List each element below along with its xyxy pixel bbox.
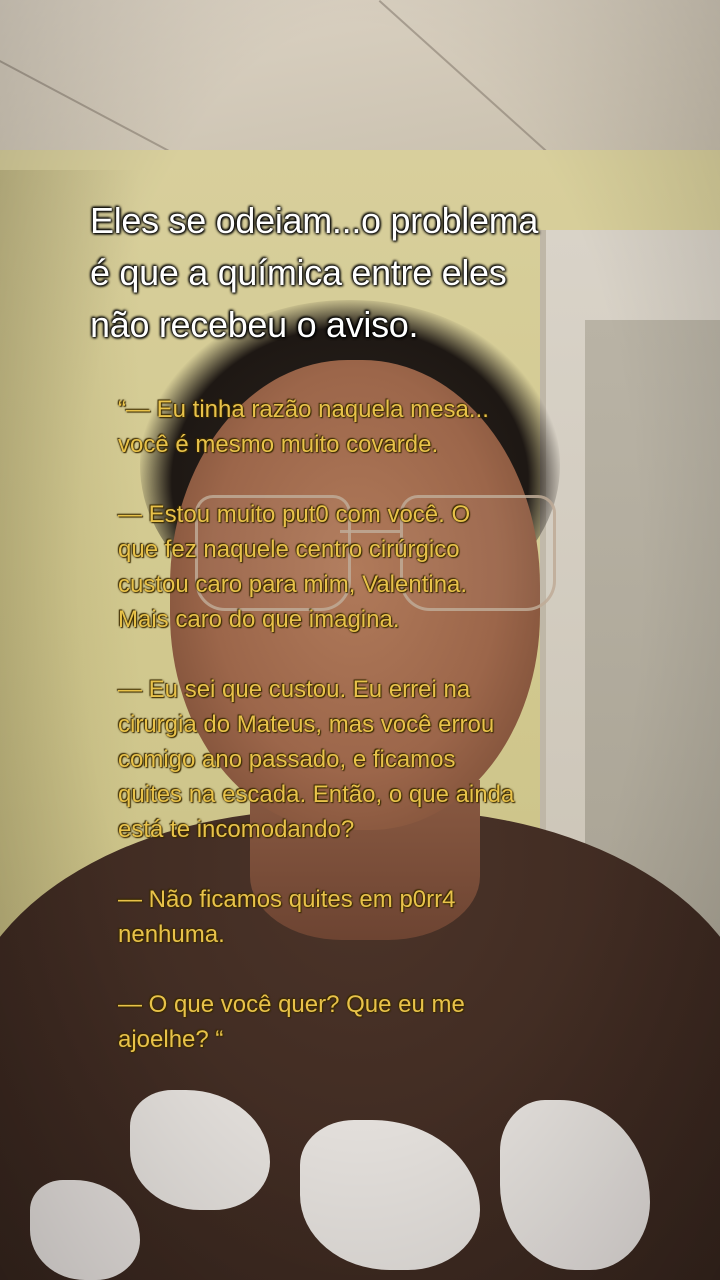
quote-line: “— Eu tinha razão naquela mesa... xyxy=(118,396,489,423)
quote-paragraph: — O que você quer? Que eu me ajoelhe? “ xyxy=(118,987,638,1057)
headline-line: Eles se odeiam...o problema xyxy=(90,200,539,241)
quote-line: — Estou muito put0 com você. O xyxy=(118,501,471,528)
quote-paragraph: — Eu sei que custou. Eu errei na cirurgi… xyxy=(118,672,638,847)
quote-paragraph: — Estou muito put0 com você. O que fez n… xyxy=(118,497,638,637)
video-frame: Eles se odeiam...o problema é que a quím… xyxy=(0,0,720,1280)
quote-line: cirurgia do Mateus, mas você errou xyxy=(118,711,495,738)
quote-line: está te incomodando? xyxy=(118,816,355,843)
quote-line: Mais caro do que imagina. xyxy=(118,606,400,633)
quote-line: — Eu sei que custou. Eu errei na xyxy=(118,676,471,703)
dialogue-quote: “— Eu tinha razão naquela mesa... você é… xyxy=(118,392,638,1057)
quote-line: custou caro para mim, Valentina. xyxy=(118,571,468,598)
quote-line: — Não ficamos quites em p0rr4 xyxy=(118,886,456,913)
headline-line: não recebeu o aviso. xyxy=(90,304,419,345)
headline-caption: Eles se odeiam...o problema é que a quím… xyxy=(90,195,650,351)
quote-line: que fez naquele centro cirúrgico xyxy=(118,536,460,563)
quote-line: comigo ano passado, e ficamos xyxy=(118,746,456,773)
quote-line: — O que você quer? Que eu me xyxy=(118,991,465,1018)
quote-line: nenhuma. xyxy=(118,921,225,948)
quote-line: quites na escada. Então, o que ainda xyxy=(118,781,515,808)
quote-line: ajoelhe? “ xyxy=(118,1026,224,1053)
quote-paragraph: — Não ficamos quites em p0rr4 nenhuma. xyxy=(118,882,638,952)
quote-line: você é mesmo muito covarde. xyxy=(118,431,439,458)
quote-paragraph: “— Eu tinha razão naquela mesa... você é… xyxy=(118,392,638,462)
headline-line: é que a química entre eles xyxy=(90,252,507,293)
